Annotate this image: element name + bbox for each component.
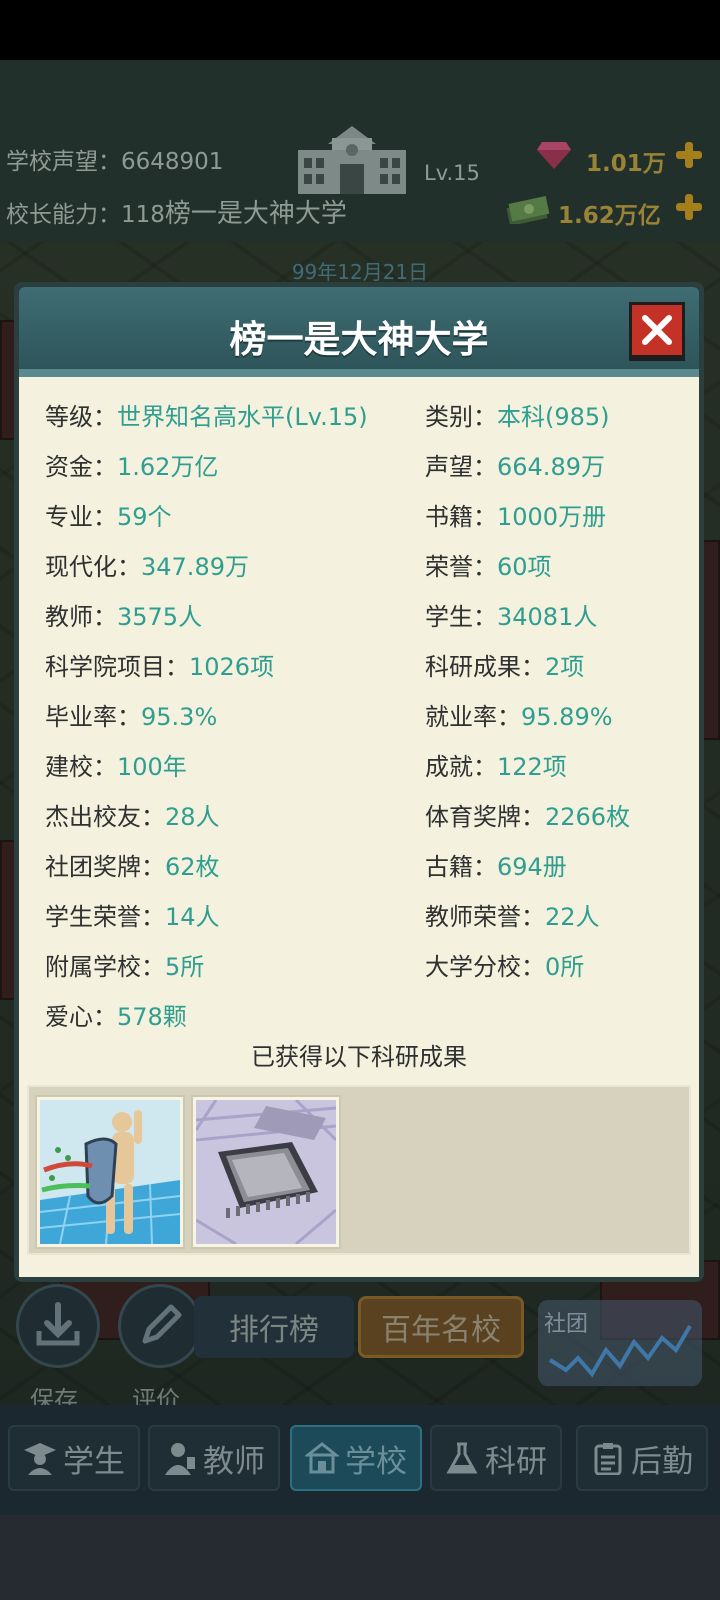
cash-icon[interactable]: [506, 194, 550, 224]
info-modernization: 现代化：347.89万: [45, 553, 249, 581]
research-results-panel: [27, 1085, 691, 1255]
nav-students-label: 学生: [63, 1443, 125, 1480]
nav-school[interactable]: 学校: [290, 1425, 422, 1491]
flask-icon: [446, 1442, 478, 1474]
info-founded: 建校：100年: [45, 753, 187, 781]
info-honors: 荣誉：60项: [425, 553, 552, 581]
info-level: 等级：世界知名高水平(Lv.15): [45, 403, 368, 431]
nav-school-label: 学校: [345, 1443, 407, 1480]
add-gems-icon[interactable]: [674, 140, 704, 170]
school-info-dialog: 榜一是大神大学 等级：世界知名高水平(Lv.15) 资金：1.62万亿 专业：5…: [14, 282, 704, 1282]
nav-research[interactable]: 科研: [430, 1425, 562, 1491]
gem-icon[interactable]: [536, 140, 572, 170]
info-teacher-honors: 教师荣誉：22人: [425, 903, 600, 931]
club-chart-widget[interactable]: 社团: [538, 1300, 702, 1386]
research-result-card[interactable]: [191, 1095, 341, 1249]
nav-research-label: 科研: [485, 1443, 547, 1480]
school-building-icon: [298, 126, 406, 194]
reputation-label: 学校声望：: [6, 149, 121, 175]
level-text: Lv.15: [424, 161, 480, 185]
principal-ability-value: 118: [121, 202, 165, 228]
teacher-icon: [165, 1443, 195, 1475]
add-money-icon[interactable]: [674, 192, 704, 222]
microchip-research-icon: [196, 1100, 336, 1244]
info-academy-projects: 科学院项目：1026项: [45, 653, 275, 681]
info-student-honors: 学生荣誉：14人: [45, 903, 220, 931]
dialog-title: 榜一是大神大学: [229, 318, 489, 361]
nav-teachers[interactable]: 教师: [148, 1425, 280, 1491]
close-button[interactable]: [629, 302, 685, 358]
info-teachers: 教师：3575人: [45, 603, 203, 631]
pencil-icon: [142, 1304, 182, 1344]
info-books: 书籍：1000万册: [425, 503, 607, 531]
money-count: 1.62万亿: [558, 203, 661, 229]
info-affiliated-schools: 附属学校：5所: [45, 953, 205, 981]
info-sports-medals: 体育奖牌：2266枚: [425, 803, 631, 831]
research-results-heading: 已获得以下科研成果: [251, 1043, 467, 1071]
info-students: 学生：34081人: [425, 603, 598, 631]
student-icon: [24, 1443, 56, 1475]
info-ancient-books: 古籍：694册: [425, 853, 567, 881]
info-majors: 专业：59个: [45, 503, 172, 531]
nav-logistics-label: 后勤: [631, 1443, 693, 1480]
top-hud: 学校声望：6648901 校长能力：118榜一是大神大学 Lv.15 1.01万…: [0, 60, 720, 242]
ranking-tab[interactable]: 排行榜: [194, 1296, 354, 1358]
nav-students[interactable]: 学生: [8, 1425, 140, 1491]
nav-logistics[interactable]: 后勤: [576, 1425, 708, 1491]
famous-school-tab[interactable]: 百年名校: [358, 1296, 524, 1358]
info-research-results: 科研成果：2项: [425, 653, 585, 681]
nav-teachers-label: 教师: [203, 1443, 265, 1480]
info-branch-campuses: 大学分校：0所: [425, 953, 585, 981]
info-graduation-rate: 毕业率：95.3%: [45, 703, 218, 731]
school-icon: [305, 1442, 339, 1474]
download-icon: [36, 1302, 80, 1346]
school-name-hud: 榜一是大神大学: [164, 199, 347, 229]
info-club-medals: 社团奖牌：62枚: [45, 853, 220, 881]
reputation-value: 6648901: [121, 149, 224, 175]
dialog-body: 等级：世界知名高水平(Lv.15) 资金：1.62万亿 专业：59个 现代化：3…: [19, 377, 699, 1277]
info-alumni: 杰出校友：28人: [45, 803, 220, 831]
trend-line-icon: [548, 1324, 692, 1378]
immune-shield-research-icon: [40, 1100, 180, 1244]
gem-count: 1.01万: [586, 151, 666, 177]
info-prestige: 声望：664.89万: [425, 453, 605, 481]
system-nav-area: [0, 1515, 720, 1600]
clipboard-icon: [594, 1443, 622, 1475]
status-bar: [0, 0, 720, 60]
bottom-navigation: 学生 教师 学校 科研 后勤: [0, 1405, 720, 1515]
research-result-card[interactable]: [35, 1095, 185, 1249]
info-category: 类别：本科(985): [425, 403, 610, 431]
game-date: 99年12月21日: [291, 260, 429, 284]
dialog-title-bar: 榜一是大神大学: [19, 287, 699, 377]
info-charity: 爱心：578颗: [45, 1003, 187, 1031]
close-x-icon: [642, 315, 672, 345]
info-funds: 资金：1.62万亿: [45, 453, 219, 481]
save-button[interactable]: [16, 1284, 100, 1368]
info-employment-rate: 就业率：95.89%: [425, 703, 613, 731]
review-button[interactable]: [118, 1284, 202, 1368]
info-achievements: 成就：122项: [425, 753, 567, 781]
principal-ability-label: 校长能力：: [6, 202, 121, 228]
